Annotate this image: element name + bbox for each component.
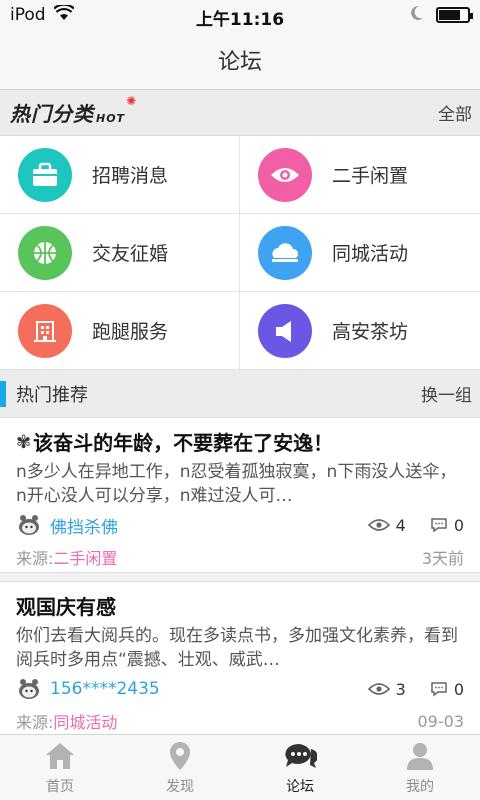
building-icon — [18, 303, 72, 358]
comment-icon — [431, 682, 447, 697]
post-title-text: 观国庆有感 — [16, 595, 116, 619]
category-item-jobs[interactable]: 招聘消息 — [0, 136, 240, 214]
post-meta: 156****2435 3 0 — [16, 672, 464, 706]
views-icon — [367, 519, 390, 531]
chat-icon — [280, 738, 320, 774]
nav-bar: 论坛 — [0, 30, 480, 90]
cloud-icon — [258, 225, 312, 280]
view-all-categories-link[interactable]: 全部 — [438, 100, 472, 125]
tab-label: 首页 — [46, 779, 74, 795]
category-grid: 招聘消息 二手闲置 交友征婚 同城活动 跑腿服务 高安茶坊 — [0, 136, 480, 370]
category-item-dating[interactable]: 交友征婚 — [0, 214, 240, 292]
refresh-recommend-button[interactable]: 换一组 — [421, 381, 472, 406]
wifi-icon — [52, 3, 75, 26]
bag-icon — [18, 147, 72, 202]
moon-icon — [410, 5, 424, 26]
categories-header: 热门分类 HOT ✺ 全部 — [0, 90, 480, 136]
categories-title: 热门分类 HOT ✺ — [10, 94, 137, 127]
post-time: 09-03 — [417, 711, 465, 731]
views-count: 3 — [395, 679, 406, 699]
category-label: 高安茶坊 — [332, 321, 409, 343]
tab-profile[interactable]: 我的 — [360, 735, 480, 800]
author-name[interactable]: 156****2435 — [50, 679, 160, 699]
comment-icon — [431, 518, 447, 533]
category-item-teahouse[interactable]: 高安茶坊 — [240, 292, 480, 370]
category-label: 跑腿服务 — [92, 321, 169, 343]
post-body: n多少人在异地工作，n忍受着孤独寂寞，n下雨没人送伞，n开心没人可以分享，n难过… — [16, 462, 457, 506]
comments-count: 0 — [453, 679, 464, 699]
location-icon — [160, 738, 200, 774]
views-icon — [367, 683, 390, 695]
category-label: 交友征婚 — [92, 243, 169, 265]
flower-icon: ✾ — [16, 432, 32, 453]
post-card[interactable]: ✾ 该奋斗的年龄，不要葬在了安逸！ n多少人在异地工作，n忍受着孤独寂寞，n下雨… — [0, 418, 480, 573]
post-title: 观国庆有感 — [16, 592, 464, 622]
source-prefix: 来源: — [16, 713, 54, 732]
post-source: 来源:二手闲置 3天前 — [16, 542, 464, 572]
post-title-text: 该奋斗的年龄，不要葬在了安逸！ — [33, 431, 334, 455]
category-item-errands[interactable]: 跑腿服务 — [0, 292, 240, 370]
source-category-link[interactable]: 二手闲置 — [53, 549, 117, 568]
person-icon — [400, 738, 440, 774]
category-label: 招聘消息 — [92, 165, 169, 187]
avatar — [19, 515, 39, 535]
post-card[interactable]: 观国庆有感 你们去看大阅兵的。现在多读点书，多加强文化素养，看到阅兵时多用点“震… — [0, 581, 480, 737]
category-label: 同城活动 — [332, 243, 409, 265]
tab-label: 发现 — [166, 779, 194, 795]
category-item-events[interactable]: 同城活动 — [240, 214, 480, 292]
section-accent-bar — [0, 380, 6, 407]
views-count: 4 — [395, 515, 406, 535]
speaker-icon — [258, 303, 312, 358]
home-icon — [40, 738, 80, 774]
bottom-tab-bar: 首页 发现 论坛 我的 — [0, 734, 480, 800]
post-title: ✾ 该奋斗的年龄，不要葬在了安逸！ — [16, 428, 464, 458]
category-label: 二手闲置 — [332, 165, 409, 187]
recommend-header: 热门推荐 换一组 — [0, 370, 480, 418]
category-item-secondhand[interactable]: 二手闲置 — [240, 136, 480, 214]
post-body: 你们去看大阅兵的。现在多读点书，多加强文化素养，看到阅兵时多用点“震撼、壮观、威… — [16, 626, 458, 670]
recommend-title: 热门推荐 — [16, 384, 88, 406]
post-author[interactable]: 156****2435 — [16, 677, 160, 701]
hot-label: HOT — [96, 112, 126, 125]
tab-label: 论坛 — [286, 779, 314, 795]
author-name[interactable]: 佛挡杀佛 — [50, 513, 118, 538]
page-title: 论坛 — [217, 49, 262, 75]
hot-spark-icon: ✺ — [126, 94, 138, 108]
tab-label: 我的 — [406, 779, 434, 795]
post-author[interactable]: 佛挡杀佛 — [16, 513, 118, 538]
post-time: 3天前 — [421, 549, 464, 568]
avatar — [19, 679, 39, 699]
post-source: 来源:同城活动 09-03 — [16, 706, 464, 736]
carrier-label: iPod — [10, 5, 46, 25]
status-bar: iPod 上午11:16 — [0, 0, 480, 30]
source-category-link[interactable]: 同城活动 — [53, 713, 117, 732]
tab-home[interactable]: 首页 — [0, 735, 120, 800]
tab-forum[interactable]: 论坛 — [240, 735, 360, 800]
comments-count: 0 — [453, 515, 464, 535]
tab-discover[interactable]: 发现 — [120, 735, 240, 800]
source-prefix: 来源: — [16, 549, 54, 568]
eye-icon — [258, 147, 312, 202]
ball-icon — [18, 225, 72, 280]
post-meta: 佛挡杀佛 4 0 — [16, 508, 464, 542]
battery-icon — [436, 7, 473, 23]
categories-title-text: 热门分类 — [10, 102, 94, 126]
